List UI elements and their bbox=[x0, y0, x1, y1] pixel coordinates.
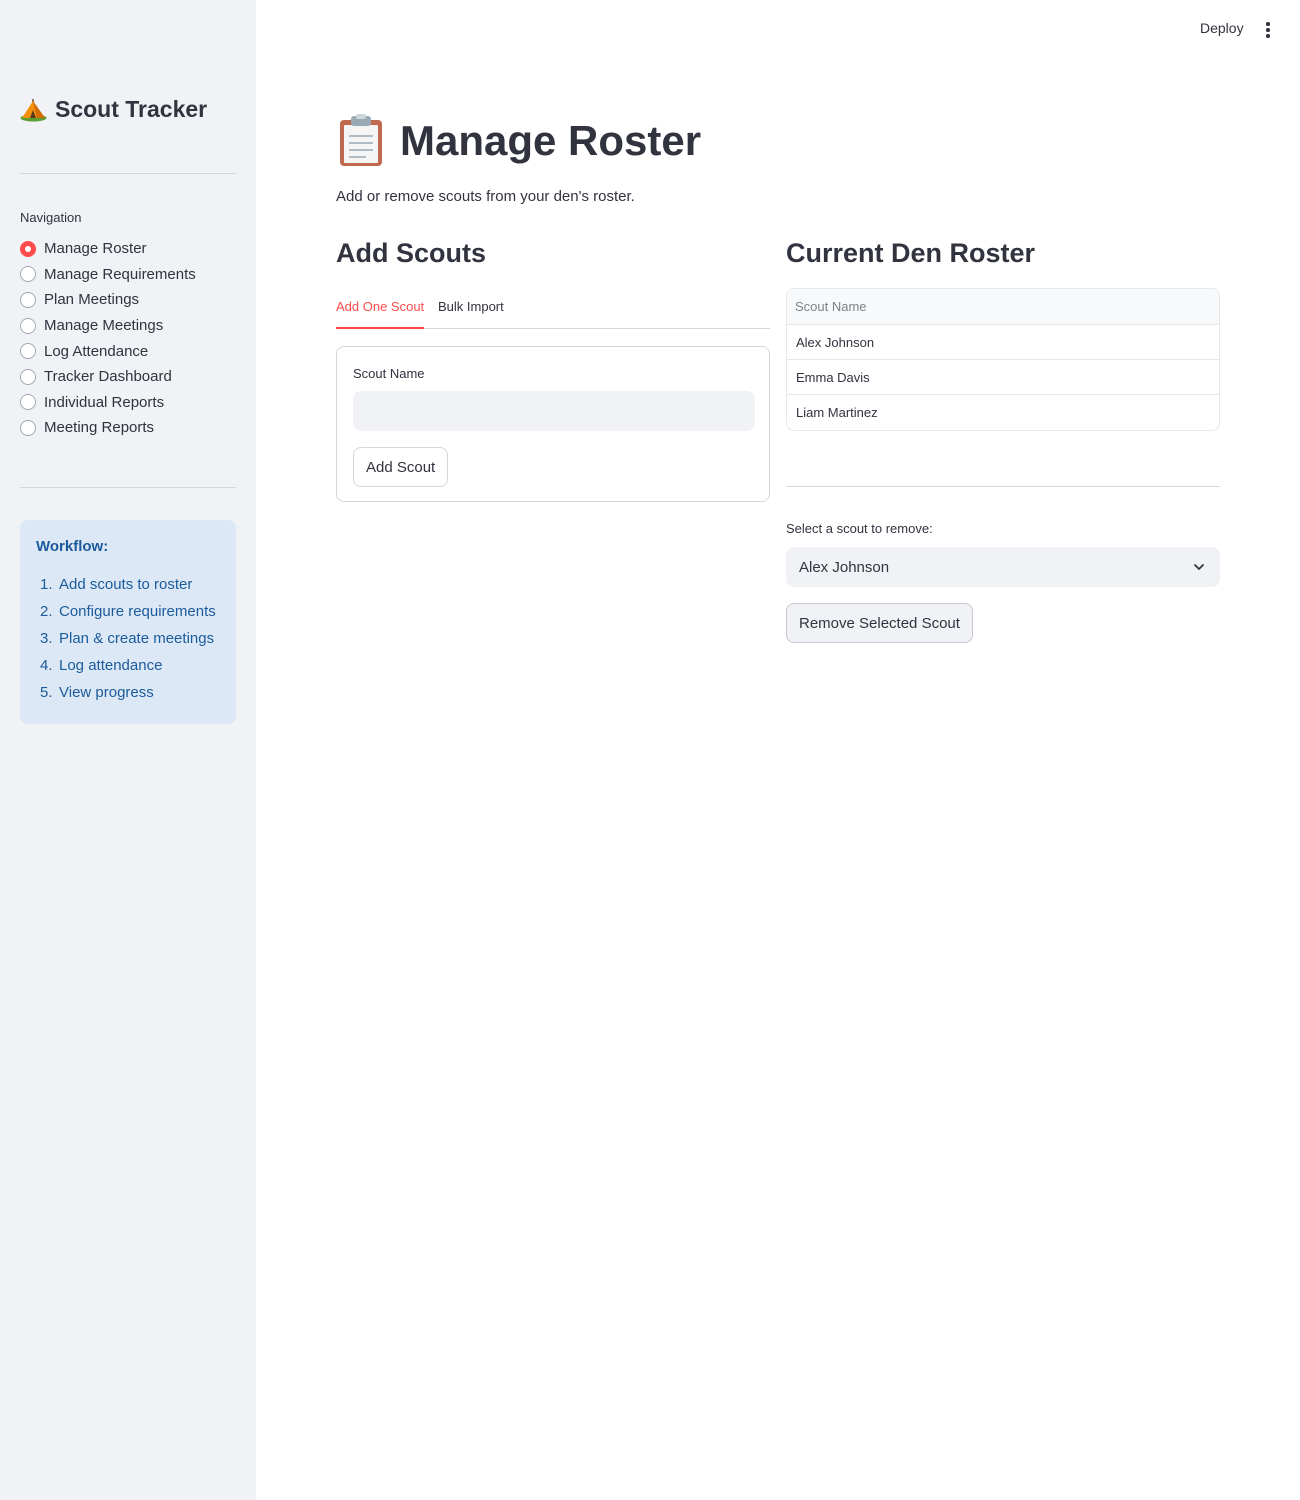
nav-item-manage-roster[interactable]: Manage Roster bbox=[20, 236, 196, 262]
add-scouts-heading: Add Scouts bbox=[336, 238, 487, 268]
workflow-step-number: 5. bbox=[40, 684, 53, 701]
radio-selected-icon[interactable] bbox=[20, 240, 36, 257]
nav-item-label: Plan Meetings bbox=[44, 291, 140, 309]
nav-radio-group: Manage Roster Manage Requirements Plan M… bbox=[20, 236, 196, 441]
clipboard-icon bbox=[340, 114, 382, 166]
workflow-step: 2. Configure requirements bbox=[36, 602, 220, 629]
nav-item-manage-requirements[interactable]: Manage Requirements bbox=[20, 262, 196, 288]
roster-heading: Current Den Roster bbox=[786, 238, 1036, 268]
table-row[interactable]: Alex Johnson bbox=[787, 325, 1219, 360]
workflow-step: 4. Log attendance bbox=[36, 656, 220, 683]
sidebar-divider bbox=[20, 487, 236, 488]
nav-item-plan-meetings[interactable]: Plan Meetings bbox=[20, 287, 196, 313]
kebab-menu-icon[interactable] bbox=[1258, 20, 1278, 40]
workflow-step-text: Add scouts to roster bbox=[59, 576, 193, 593]
nav-item-label: Tracker Dashboard bbox=[44, 368, 172, 386]
remove-scout-select[interactable]: Alex Johnson bbox=[786, 547, 1220, 587]
workflow-step: 5. View progress bbox=[36, 683, 220, 710]
scout-name-input[interactable] bbox=[353, 391, 755, 431]
nav-label: Navigation bbox=[20, 210, 82, 225]
table-header-scout-name[interactable]: Scout Name bbox=[787, 289, 1219, 325]
workflow-step-number: 3. bbox=[40, 630, 53, 647]
tent-icon bbox=[20, 98, 47, 121]
app-title-text: Scout Tracker bbox=[55, 96, 208, 122]
radio-icon[interactable] bbox=[20, 291, 36, 308]
nav-item-label: Manage Roster bbox=[44, 240, 147, 258]
nav-item-meeting-reports[interactable]: Meeting Reports bbox=[20, 415, 196, 441]
nav-item-tracker-dashboard[interactable]: Tracker Dashboard bbox=[20, 364, 196, 390]
roster-divider bbox=[786, 486, 1220, 487]
nav-item-log-attendance[interactable]: Log Attendance bbox=[20, 338, 196, 364]
radio-icon[interactable] bbox=[20, 419, 36, 436]
chevron-down-icon bbox=[1194, 564, 1204, 570]
workflow-title: Workflow: bbox=[36, 538, 109, 555]
workflow-info-box: Workflow: 1. Add scouts to roster 2. Con… bbox=[20, 520, 236, 724]
workflow-step-text: View progress bbox=[59, 684, 154, 701]
radio-icon[interactable] bbox=[20, 394, 36, 411]
roster-table: Scout Name Alex Johnson Emma Davis Liam … bbox=[786, 288, 1220, 431]
nav-item-label: Log Attendance bbox=[44, 342, 149, 360]
workflow-step-text: Plan & create meetings bbox=[59, 630, 215, 647]
workflow-step: 1. Add scouts to roster bbox=[36, 575, 220, 602]
sidebar: Scout Tracker Navigation Manage Roster M… bbox=[0, 0, 256, 1500]
page-title-text: Manage Roster bbox=[400, 117, 702, 164]
workflow-step-text: Log attendance bbox=[59, 657, 163, 674]
add-scout-tabs: Add One Scout Bulk Import bbox=[336, 292, 770, 329]
nav-item-manage-meetings[interactable]: Manage Meetings bbox=[20, 313, 196, 339]
app-title: Scout Tracker bbox=[20, 96, 207, 123]
radio-icon[interactable] bbox=[20, 317, 36, 334]
tab-bulk-import[interactable]: Bulk Import bbox=[438, 299, 504, 329]
radio-icon[interactable] bbox=[20, 343, 36, 360]
selected-scout-value: Alex Johnson bbox=[799, 558, 890, 576]
scout-name-label: Scout Name bbox=[353, 366, 425, 381]
nav-item-label: Manage Meetings bbox=[44, 317, 164, 335]
workflow-step-number: 1. bbox=[40, 576, 53, 593]
page-subtitle: Add or remove scouts from your den's ros… bbox=[336, 188, 635, 205]
radio-icon[interactable] bbox=[20, 368, 36, 385]
table-row[interactable]: Liam Martinez bbox=[787, 395, 1219, 430]
add-scout-button[interactable]: Add Scout bbox=[353, 447, 449, 487]
workflow-step: 3. Plan & create meetings bbox=[36, 629, 220, 656]
nav-item-label: Individual Reports bbox=[44, 393, 165, 411]
nav-item-individual-reports[interactable]: Individual Reports bbox=[20, 390, 196, 416]
page-title: Manage Roster bbox=[336, 114, 701, 168]
remove-select-label: Select a scout to remove: bbox=[786, 521, 933, 536]
tab-add-one-scout[interactable]: Add One Scout bbox=[336, 299, 425, 329]
nav-item-label: Manage Requirements bbox=[44, 265, 196, 283]
workflow-step-number: 2. bbox=[40, 603, 53, 620]
workflow-step-text: Configure requirements bbox=[59, 603, 216, 620]
nav-item-label: Meeting Reports bbox=[44, 419, 155, 437]
sidebar-divider bbox=[20, 173, 236, 174]
table-row[interactable]: Emma Davis bbox=[787, 360, 1219, 395]
deploy-button[interactable]: Deploy bbox=[1190, 18, 1254, 38]
add-scout-form: Scout Name Add Scout bbox=[336, 346, 770, 502]
remove-selected-scout-button[interactable]: Remove Selected Scout bbox=[786, 603, 973, 643]
workflow-steps: 1. Add scouts to roster 2. Configure req… bbox=[36, 575, 220, 710]
workflow-step-number: 4. bbox=[40, 657, 53, 674]
radio-icon[interactable] bbox=[20, 266, 36, 283]
